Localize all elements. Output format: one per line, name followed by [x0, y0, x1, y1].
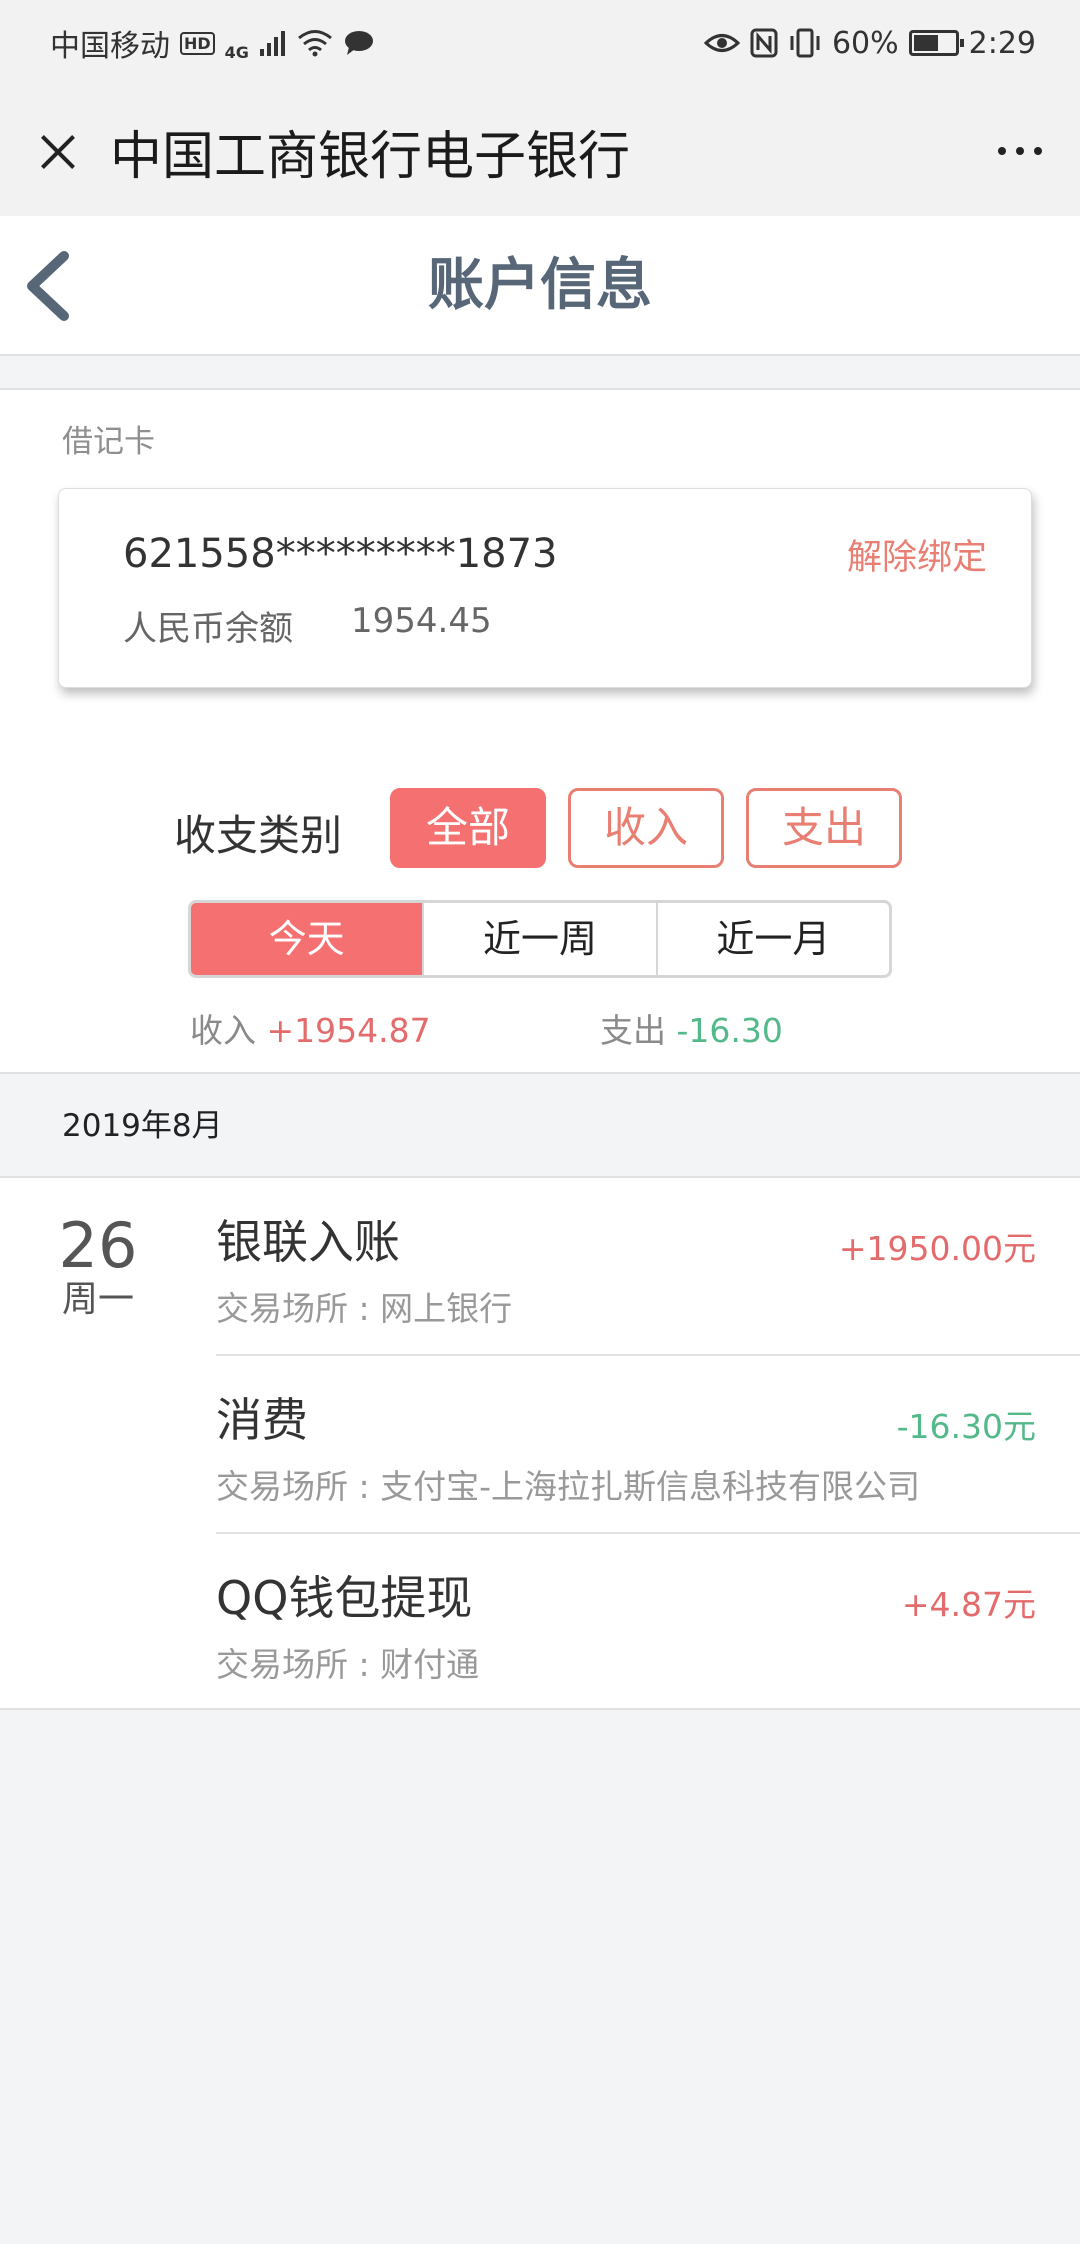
page-title: 账户信息 — [428, 253, 652, 318]
page-header: 账户信息 — [0, 216, 1080, 356]
income-summary: 收入 +1954.87 — [190, 1004, 431, 1052]
status-bar: 中国移动 HD 4G 60% 2:29 — [0, 0, 1080, 86]
income-summary-label: 收入 — [190, 1011, 256, 1050]
transaction-name: 消费 — [216, 1393, 308, 1447]
transaction-place: 交易场所 : 财付通 — [216, 1645, 480, 1684]
period-today-tab[interactable]: 今天 — [191, 903, 423, 975]
wifi-icon — [297, 30, 332, 57]
month-header: 2019年8月 — [62, 1108, 223, 1144]
close-icon[interactable] — [0, 86, 110, 216]
expense-summary-value: -16.30 — [676, 1011, 783, 1050]
transaction-amount: -16.30元 — [896, 1407, 1036, 1446]
balance-value: 1954.45 — [351, 601, 492, 641]
transaction-place: 交易场所 : 支付宝-上海拉扎斯信息科技有限公司 — [216, 1467, 921, 1506]
expense-summary: 支出 -16.30 — [600, 1004, 783, 1052]
battery-percent: 60% — [831, 25, 899, 61]
category-all-button[interactable]: 全部 — [390, 788, 546, 868]
clock: 2:29 — [968, 25, 1036, 61]
period-segmented-control: 今天 近一周 近一月 — [188, 900, 892, 978]
transaction-amount: +1950.00元 — [838, 1229, 1036, 1268]
income-summary-value: +1954.87 — [266, 1011, 431, 1050]
status-left: 中国移动 HD 4G — [50, 21, 375, 65]
browser-titlebar: 中国工商银行电子银行 — [0, 86, 1080, 216]
bank-card: 621558*********1873 解除绑定 人民币余额 1954.45 — [58, 488, 1032, 688]
signal-icon — [259, 31, 285, 56]
period-month-tab[interactable]: 近一月 — [655, 903, 889, 975]
expense-summary-label: 支出 — [600, 1011, 666, 1050]
battery-icon — [908, 30, 964, 56]
day-weekday: 周一 — [61, 1279, 134, 1320]
transaction-row[interactable]: 银联入账 交易场所 : 网上银行 +1950.00元 — [216, 1178, 1080, 1356]
nfc-icon — [750, 28, 778, 58]
network-type: 4G — [224, 43, 249, 62]
category-filter: 收支类别 全部 收入 支出 — [0, 788, 1080, 868]
browser-title: 中国工商银行电子银行 — [110, 126, 631, 187]
battery-fill — [913, 35, 938, 51]
eye-icon — [703, 34, 740, 52]
category-income-button[interactable]: 收入 — [568, 788, 724, 868]
more-menu-icon[interactable] — [960, 86, 1080, 216]
status-right: 60% 2:29 — [703, 25, 1036, 61]
transaction-place: 交易场所 : 网上银行 — [216, 1289, 513, 1328]
transaction-name: 银联入账 — [216, 1215, 400, 1269]
balance-label: 人民币余额 — [123, 609, 293, 649]
message-icon — [344, 31, 373, 55]
vibrate-icon — [790, 28, 820, 58]
transaction-amount: +4.87元 — [901, 1585, 1036, 1624]
transaction-list: 26 周一 银联入账 交易场所 : 网上银行 +1950.00元 消费 交易场所… — [0, 1176, 1080, 1710]
day-group: 26 周一 — [58, 1214, 138, 1322]
carrier-name: 中国移动 — [50, 29, 170, 64]
category-expense-button[interactable]: 支出 — [746, 788, 902, 868]
transaction-row[interactable]: QQ钱包提现 交易场所 : 财付通 +4.87元 — [216, 1534, 1080, 1712]
period-week-tab[interactable]: 近一周 — [422, 903, 655, 975]
transaction-name: QQ钱包提现 — [216, 1571, 473, 1625]
category-filter-label: 收支类别 — [174, 811, 343, 860]
unbind-button[interactable]: 解除绑定 — [847, 529, 987, 580]
card-number: 621558*********1873 — [123, 531, 558, 577]
card-type-label: 借记卡 — [62, 424, 155, 460]
transaction-row[interactable]: 消费 交易场所 : 支付宝-上海拉扎斯信息科技有限公司 -16.30元 — [216, 1356, 1080, 1534]
hd-badge: HD — [180, 31, 215, 55]
account-section: 借记卡 621558*********1873 解除绑定 人民币余额 1954.… — [0, 388, 1080, 1074]
day-date: 26 — [58, 1209, 138, 1282]
